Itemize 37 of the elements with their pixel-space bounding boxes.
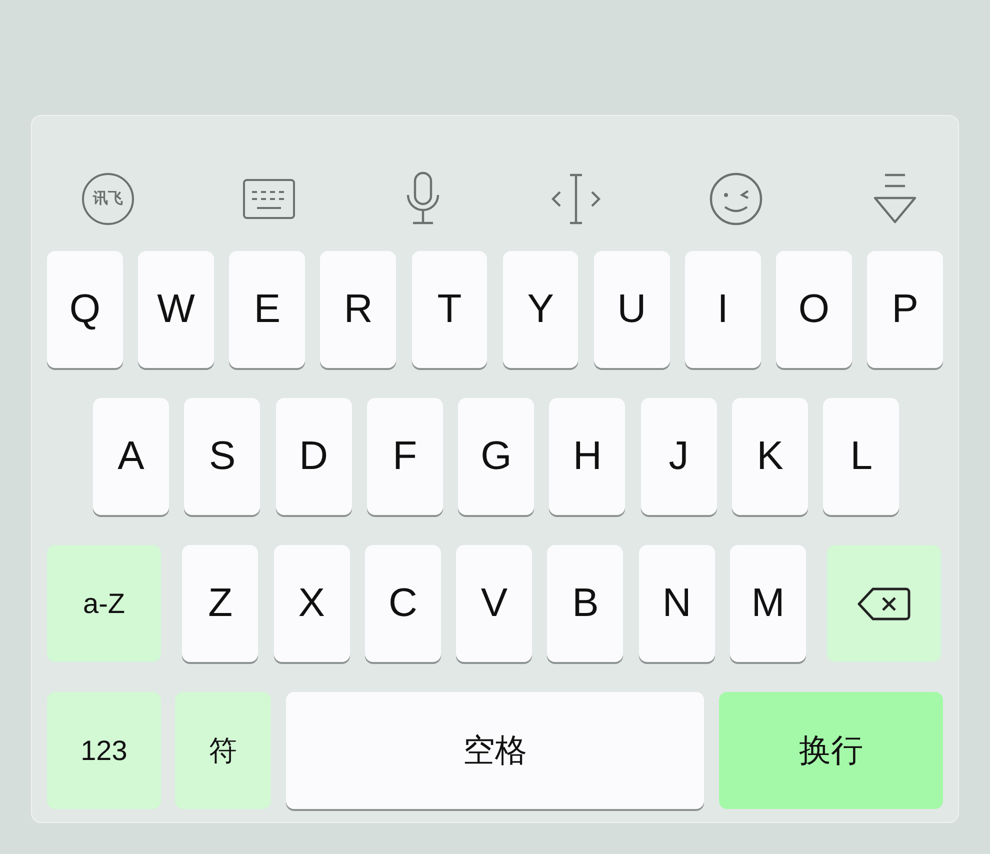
keyboard-icon[interactable] — [240, 176, 297, 220]
letter-key[interactable]: B — [547, 545, 624, 662]
cursor-icon[interactable] — [550, 172, 602, 226]
symbols-key[interactable]: 符 — [175, 692, 272, 809]
case-key[interactable]: a-Z — [47, 545, 161, 662]
letter-key[interactable]: M — [730, 545, 806, 662]
letter-key[interactable]: V — [456, 545, 532, 662]
letter-key[interactable]: K — [732, 398, 808, 515]
backspace-icon — [856, 586, 912, 622]
letter-key[interactable]: N — [638, 545, 715, 662]
letter-key[interactable]: A — [93, 398, 169, 515]
letter-key[interactable]: C — [364, 545, 441, 662]
letter-key[interactable]: U — [594, 251, 670, 368]
backspace-key[interactable] — [827, 545, 942, 662]
letter-key[interactable]: H — [549, 398, 626, 515]
letter-key[interactable]: S — [184, 398, 260, 515]
letter-key[interactable]: R — [320, 251, 396, 368]
letter-key[interactable]: D — [276, 398, 352, 515]
letter-key[interactable]: E — [229, 251, 306, 368]
letter-key[interactable]: G — [458, 398, 534, 515]
letter-key[interactable]: J — [640, 398, 717, 515]
letter-key[interactable]: X — [274, 545, 350, 662]
letter-key[interactable]: P — [867, 251, 943, 368]
wink-face-icon[interactable] — [708, 170, 764, 226]
enter-key[interactable]: 换行 — [719, 692, 943, 809]
letter-key[interactable]: Y — [502, 251, 578, 368]
letter-key[interactable]: Q — [47, 251, 123, 368]
letter-key[interactable]: I — [684, 251, 761, 368]
letter-key[interactable]: Z — [182, 545, 258, 662]
letter-key[interactable]: F — [366, 398, 443, 515]
logo-button[interactable]: 讯飞 — [82, 172, 134, 224]
space-key[interactable]: 空格 — [286, 692, 704, 809]
numbers-key[interactable]: 123 — [47, 692, 161, 809]
letter-key[interactable]: O — [776, 251, 852, 368]
letter-key[interactable]: L — [823, 398, 900, 515]
letter-key[interactable]: T — [412, 251, 488, 368]
letter-key[interactable]: W — [138, 251, 214, 368]
